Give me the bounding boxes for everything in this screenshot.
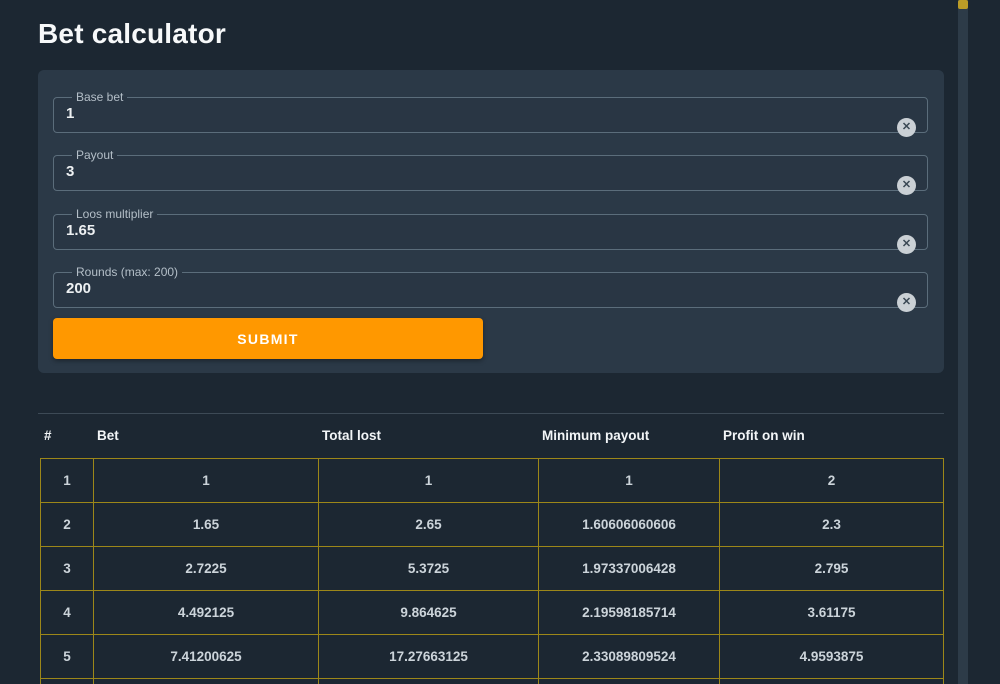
cell-round: 1 [41, 459, 94, 503]
cell-minimum-payout: 2.33089809524 [539, 635, 720, 679]
cell-total-lost: 1 [319, 459, 539, 503]
payout-label: Payout [72, 148, 117, 162]
loss-multiplier-input[interactable] [66, 222, 866, 239]
base-bet-field: Base bet ✕ [53, 90, 928, 133]
cell-profit-on-win: 2 [720, 459, 944, 503]
loss-multiplier-clear-icon[interactable]: ✕ [897, 235, 916, 254]
payout-field: Payout ✕ [53, 148, 928, 191]
rounds-field: Rounds (max: 200) ✕ [53, 265, 928, 308]
cell-profit-on-win: 3.61175 [720, 591, 944, 635]
results-table-header: # Bet Total lost Minimum payout Profit o… [40, 419, 943, 451]
cell-round: 5 [41, 635, 94, 679]
cell-round [41, 679, 94, 684]
cell-round: 2 [41, 503, 94, 547]
page-title: Bet calculator [38, 18, 226, 50]
column-header-number: # [40, 428, 93, 443]
table-row: 1 1 1 1 2 [41, 459, 944, 503]
payout-input[interactable] [66, 163, 866, 180]
table-row: 2 1.65 2.65 1.60606060606 2.3 [41, 503, 944, 547]
rounds-input[interactable] [66, 280, 866, 297]
bet-calculator-form-card: Base bet ✕ Payout ✕ Loos multiplier ✕ Ro… [38, 70, 944, 373]
rounds-clear-icon[interactable]: ✕ [897, 293, 916, 312]
cell-round: 4 [41, 591, 94, 635]
cell-total-lost: 2.65 [319, 503, 539, 547]
cell-round: 3 [41, 547, 94, 591]
cell-minimum-payout: 1.60606060606 [539, 503, 720, 547]
cell-total-lost: 9.864625 [319, 591, 539, 635]
cell-profit-on-win: 4.9593875 [720, 635, 944, 679]
column-header-total-lost: Total lost [318, 428, 538, 443]
cell-bet: 1.65 [94, 503, 319, 547]
cell-total-lost [319, 679, 539, 684]
rounds-label: Rounds (max: 200) [72, 265, 182, 279]
loss-multiplier-label: Loos multiplier [72, 207, 157, 221]
scrollbar-thumb[interactable] [958, 0, 968, 9]
section-divider [38, 413, 944, 414]
table-row: 5 7.41200625 17.27663125 2.33089809524 4… [41, 635, 944, 679]
cell-total-lost: 5.3725 [319, 547, 539, 591]
table-row [41, 679, 944, 684]
cell-minimum-payout: 1 [539, 459, 720, 503]
table-row: 4 4.492125 9.864625 2.19598185714 3.6117… [41, 591, 944, 635]
base-bet-input[interactable] [66, 105, 866, 122]
column-header-profit-on-win: Profit on win [719, 428, 943, 443]
cell-bet [94, 679, 319, 684]
cell-profit-on-win: 2.3 [720, 503, 944, 547]
cell-bet: 7.41200625 [94, 635, 319, 679]
cell-bet: 1 [94, 459, 319, 503]
table-row: 3 2.7225 5.3725 1.97337006428 2.795 [41, 547, 944, 591]
column-header-bet: Bet [93, 428, 318, 443]
bet-calculator-page: Bet calculator Base bet ✕ Payout ✕ Loos … [0, 0, 1000, 684]
cell-minimum-payout: 1.97337006428 [539, 547, 720, 591]
loss-multiplier-field: Loos multiplier ✕ [53, 207, 928, 250]
base-bet-clear-icon[interactable]: ✕ [897, 118, 916, 137]
cell-profit-on-win: 2.795 [720, 547, 944, 591]
column-header-minimum-payout: Minimum payout [538, 428, 719, 443]
results-table: 1 1 1 1 2 2 1.65 2.65 1.60606060606 2.3 … [40, 458, 944, 684]
cell-minimum-payout [539, 679, 720, 684]
cell-total-lost: 17.27663125 [319, 635, 539, 679]
submit-button[interactable]: SUBMIT [53, 318, 483, 359]
cell-bet: 2.7225 [94, 547, 319, 591]
scrollbar-track[interactable] [958, 0, 968, 684]
base-bet-label: Base bet [72, 90, 127, 104]
payout-clear-icon[interactable]: ✕ [897, 176, 916, 195]
cell-bet: 4.492125 [94, 591, 319, 635]
cell-minimum-payout: 2.19598185714 [539, 591, 720, 635]
cell-profit-on-win [720, 679, 944, 684]
